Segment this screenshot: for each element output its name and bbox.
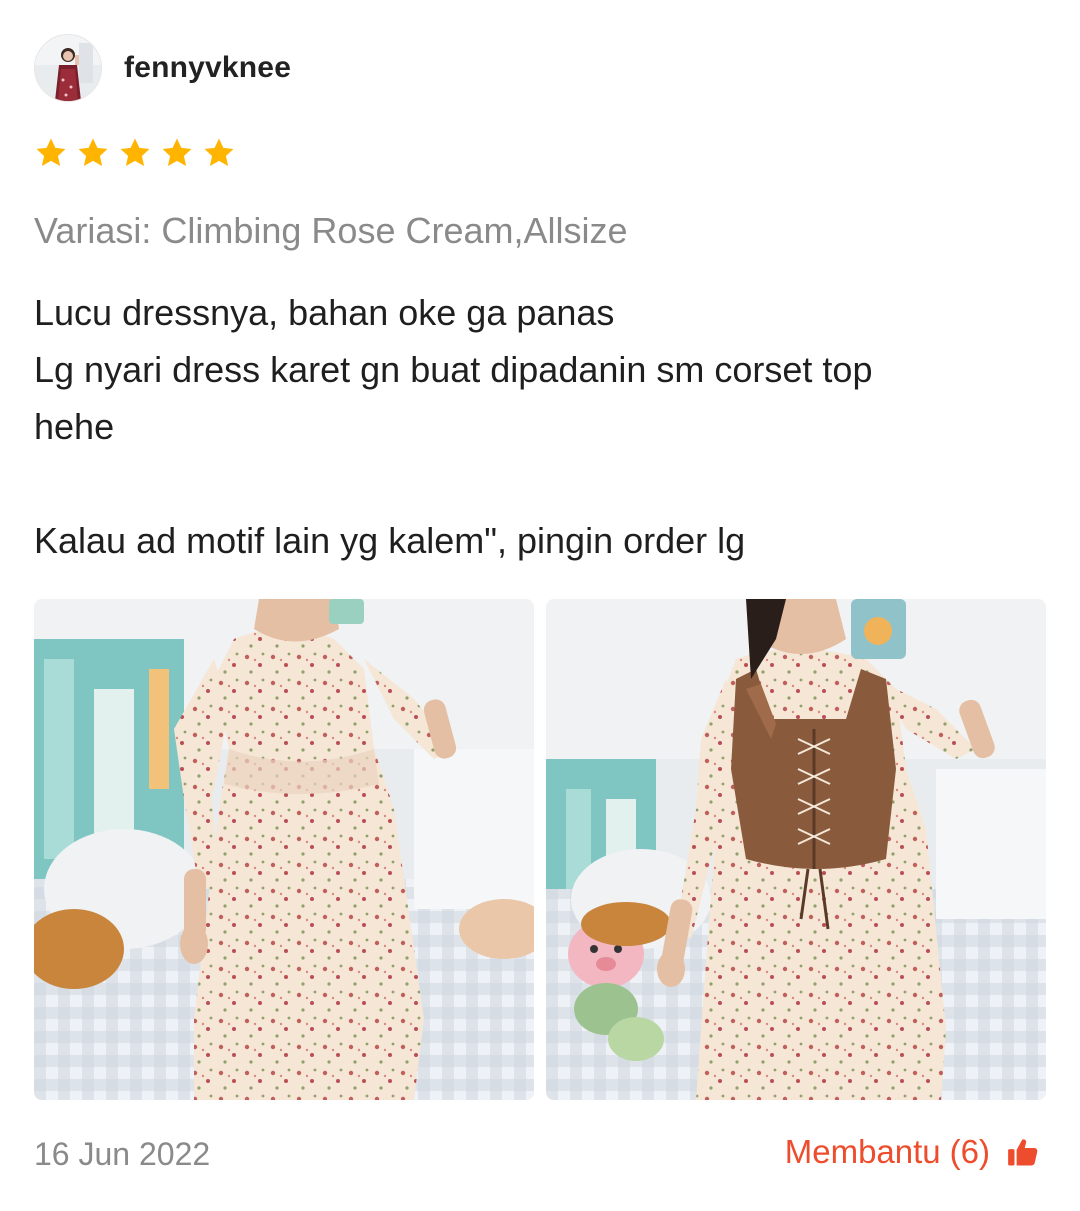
star-icon xyxy=(34,136,68,170)
star-icon xyxy=(202,136,236,170)
review-body-line: Kalau ad motif lain yg kalem", pingin or… xyxy=(34,520,746,561)
review-photo[interactable] xyxy=(546,599,1046,1100)
helpful-count: (6) xyxy=(949,1133,990,1170)
review-body-blank-line xyxy=(34,455,1044,512)
rating-stars xyxy=(34,136,244,170)
review-card: fennyvknee Variasi: Climbing Rose Cream,… xyxy=(0,0,1080,1211)
review-photos xyxy=(34,599,1046,1100)
review-body-line: Lg nyari dress karet gn buat dipadanin s… xyxy=(34,349,873,390)
review-body-line: Lucu dressnya, bahan oke ga panas xyxy=(34,292,615,333)
star-icon xyxy=(118,136,152,170)
star-icon xyxy=(76,136,110,170)
review-username[interactable]: fennyvknee xyxy=(124,51,291,85)
review-photo[interactable] xyxy=(34,599,534,1100)
thumbs-up-icon[interactable] xyxy=(1006,1135,1040,1169)
variation-text: Variasi: Climbing Rose Cream,Allsize xyxy=(34,210,628,251)
helpful-label: Membantu xyxy=(784,1133,941,1170)
review-body-line: hehe xyxy=(34,406,115,447)
review-header: fennyvknee xyxy=(34,34,291,102)
avatar[interactable] xyxy=(34,34,102,102)
star-icon xyxy=(160,136,194,170)
review-body: Lucu dressnya, bahan oke ga panas Lg nya… xyxy=(34,284,1044,569)
review-date: 16 Jun 2022 xyxy=(34,1136,211,1172)
helpful-button[interactable]: Membantu (6) xyxy=(785,1133,1040,1171)
